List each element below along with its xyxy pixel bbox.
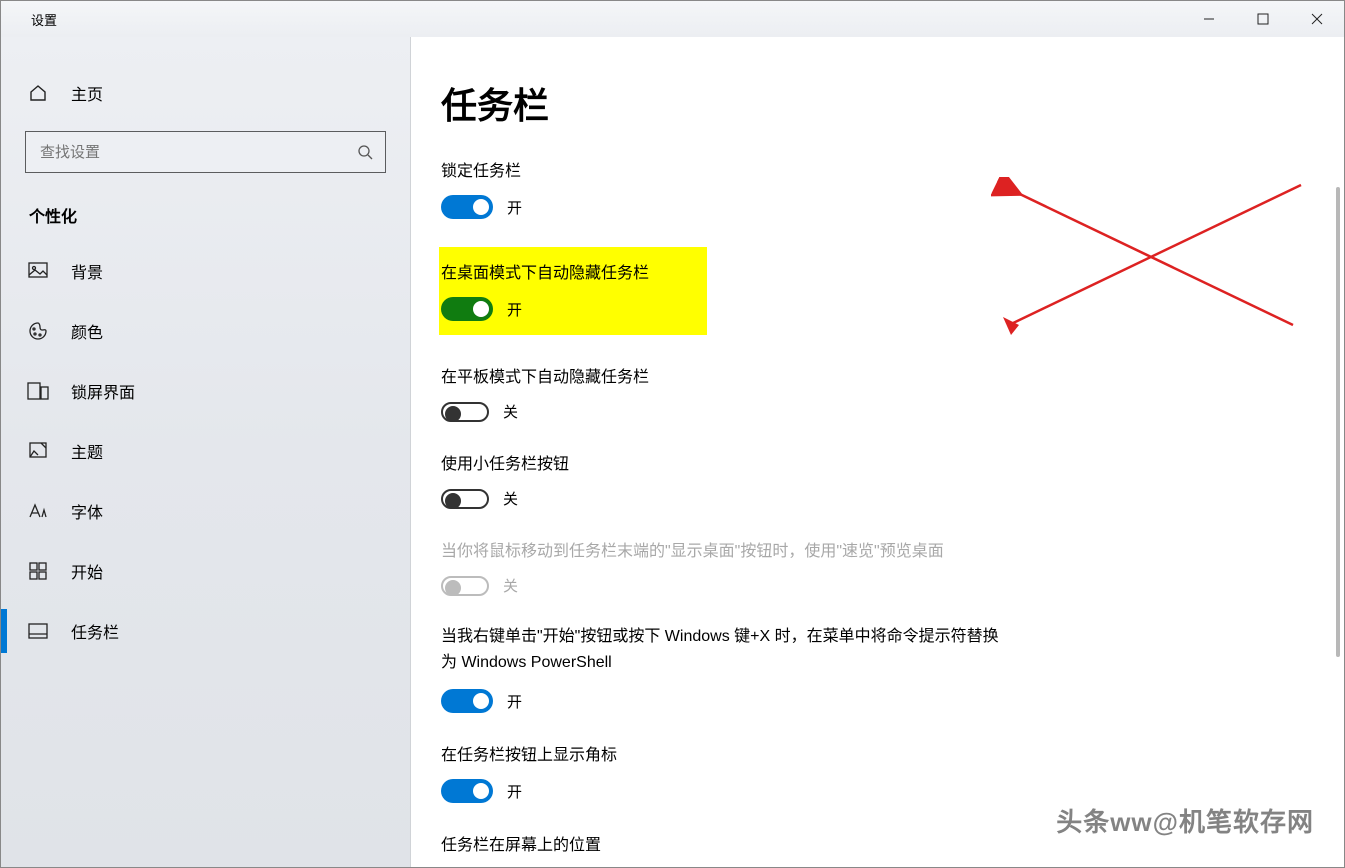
sidebar-item-label: 主题 — [71, 439, 103, 463]
sidebar-item-label: 颜色 — [71, 319, 103, 343]
page-title: 任务栏 — [441, 77, 1344, 129]
font-icon — [27, 500, 49, 522]
setting-position: 任务栏在屏幕上的位置 底部 — [441, 831, 1141, 867]
setting-peek: 当你将鼠标移动到任务栏末端的"显示桌面"按钮时，使用"速览"预览桌面 关 — [441, 537, 1141, 596]
sidebar-item-label: 字体 — [71, 499, 103, 523]
setting-label: 当你将鼠标移动到任务栏末端的"显示桌面"按钮时，使用"速览"预览桌面 — [441, 537, 1141, 561]
sidebar-item-start[interactable]: 开始 — [1, 541, 410, 601]
search-box[interactable] — [25, 131, 386, 173]
sidebar-item-label: 背景 — [71, 259, 103, 283]
sidebar-item-lockscreen[interactable]: 锁屏界面 — [1, 361, 410, 421]
titlebar: 设置 — [1, 1, 1344, 37]
setting-autohide-desktop: 在桌面模式下自动隐藏任务栏 开 — [439, 247, 707, 335]
toggle-state: 开 — [507, 299, 522, 320]
toggle-small-buttons[interactable] — [441, 489, 489, 509]
setting-label: 在任务栏按钮上显示角标 — [441, 741, 1141, 765]
sidebar-section-title: 个性化 — [1, 189, 410, 241]
taskbar-icon — [27, 620, 49, 642]
sidebar-item-label: 任务栏 — [71, 619, 119, 643]
toggle-state: 关 — [503, 488, 518, 509]
close-button[interactable] — [1290, 1, 1344, 37]
toggle-autohide-desktop[interactable] — [441, 297, 493, 321]
toggle-badges[interactable] — [441, 779, 493, 803]
setting-small-buttons: 使用小任务栏按钮 关 — [441, 450, 1141, 509]
setting-label: 当我右键单击"开始"按钮或按下 Windows 键+X 时，在菜单中将命令提示符… — [441, 624, 1001, 675]
toggle-state: 开 — [507, 781, 522, 802]
toggle-peek — [441, 576, 489, 596]
sidebar-item-fonts[interactable]: 字体 — [1, 481, 410, 541]
setting-powershell: 当我右键单击"开始"按钮或按下 Windows 键+X 时，在菜单中将命令提示符… — [441, 624, 1001, 713]
toggle-state: 开 — [507, 197, 522, 218]
window-controls — [1182, 1, 1344, 37]
setting-label: 锁定任务栏 — [441, 157, 1141, 181]
toggle-state: 关 — [503, 401, 518, 422]
start-icon — [27, 560, 49, 582]
sidebar-home[interactable]: 主页 — [1, 65, 410, 121]
maximize-button[interactable] — [1236, 1, 1290, 37]
toggle-state: 关 — [503, 575, 518, 596]
picture-icon — [27, 260, 49, 282]
main-area: 主页 个性化 背景 颜色 锁屏界面 — [1, 37, 1344, 867]
setting-autohide-tablet: 在平板模式下自动隐藏任务栏 关 — [441, 363, 1141, 422]
toggle-powershell[interactable] — [441, 689, 493, 713]
setting-badges: 在任务栏按钮上显示角标 开 — [441, 741, 1141, 803]
sidebar-item-taskbar[interactable]: 任务栏 — [1, 601, 410, 661]
toggle-state: 开 — [507, 691, 522, 712]
search-icon — [357, 144, 373, 160]
lockscreen-icon — [27, 380, 49, 402]
home-icon — [27, 82, 49, 104]
sidebar-home-label: 主页 — [71, 81, 103, 105]
sidebar-item-themes[interactable]: 主题 — [1, 421, 410, 481]
setting-label: 在平板模式下自动隐藏任务栏 — [441, 363, 1141, 387]
toggle-autohide-tablet[interactable] — [441, 402, 489, 422]
sidebar: 主页 个性化 背景 颜色 锁屏界面 — [1, 37, 411, 867]
minimize-button[interactable] — [1182, 1, 1236, 37]
scrollbar[interactable] — [1336, 187, 1340, 657]
sidebar-item-label: 开始 — [71, 559, 103, 583]
setting-lock-taskbar: 锁定任务栏 开 — [441, 157, 1141, 219]
sidebar-item-colors[interactable]: 颜色 — [1, 301, 410, 361]
sidebar-item-background[interactable]: 背景 — [1, 241, 410, 301]
search-input[interactable] — [40, 144, 357, 161]
theme-icon — [27, 440, 49, 462]
setting-label: 在桌面模式下自动隐藏任务栏 — [439, 259, 707, 283]
window-title: 设置 — [1, 10, 57, 29]
setting-label: 任务栏在屏幕上的位置 — [441, 831, 1141, 855]
content-pane: 任务栏 锁定任务栏 开 在桌面模式下自动隐藏任务栏 开 在平板模式下自动隐藏任务… — [411, 37, 1344, 867]
sidebar-item-label: 锁屏界面 — [71, 379, 135, 403]
palette-icon — [27, 320, 49, 342]
setting-label: 使用小任务栏按钮 — [441, 450, 1141, 474]
toggle-lock-taskbar[interactable] — [441, 195, 493, 219]
